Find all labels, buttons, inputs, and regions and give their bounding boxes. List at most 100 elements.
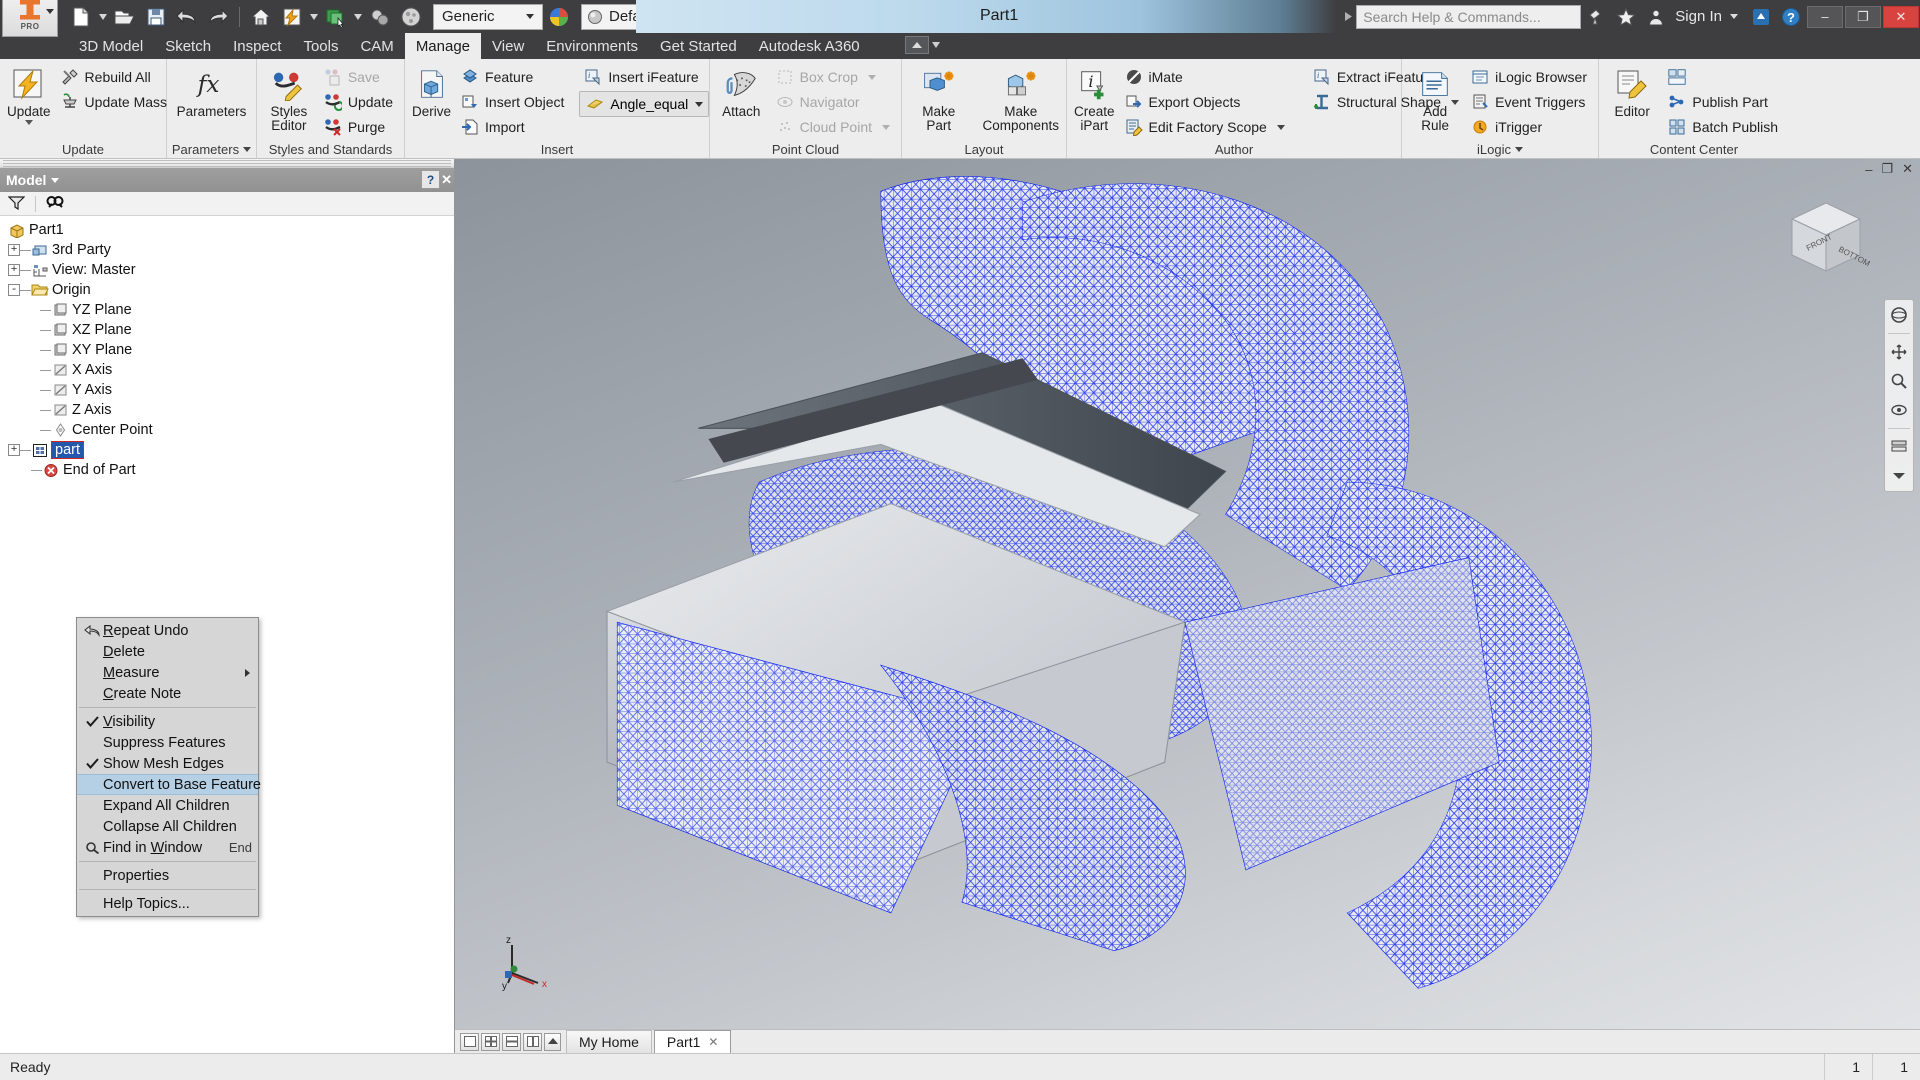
chevron-down-icon[interactable] <box>1730 14 1738 19</box>
update-icon[interactable] <box>277 3 307 31</box>
tab-manage[interactable]: Manage <box>404 33 482 59</box>
clear-appearance-icon[interactable] <box>731 3 761 31</box>
undo-icon[interactable] <box>172 3 202 31</box>
context-menu-item-collapse-all-children[interactable]: Collapse All Children <box>77 816 258 837</box>
zoom-icon[interactable] <box>1887 370 1911 392</box>
ilogic-browser-button[interactable]: iLogic Browser <box>1466 65 1594 89</box>
home-icon[interactable] <box>246 3 276 31</box>
tree-item-3rd-party[interactable]: + 3rd Party <box>0 240 454 260</box>
itrigger-button[interactable]: iTrigger <box>1466 115 1594 139</box>
make-part-button[interactable]: Make Part <box>906 63 971 137</box>
batch-publish-button[interactable]: Batch Publish <box>1663 115 1785 139</box>
maximize-button[interactable]: ❐ <box>1845 5 1881 28</box>
tree-item-y-axis[interactable]: Y Axis <box>0 380 454 400</box>
chevron-down-icon[interactable] <box>46 8 54 14</box>
styles-save-button[interactable]: Save <box>319 65 400 89</box>
ribbon-minimize-control[interactable] <box>905 36 940 54</box>
find-icon[interactable] <box>46 195 65 213</box>
redo-icon[interactable] <box>203 3 233 31</box>
new-file-chevron-icon[interactable] <box>97 3 109 31</box>
export-objects-button[interactable]: Export Objects <box>1120 90 1292 114</box>
close-button[interactable]: ✕ <box>1883 5 1919 28</box>
tree-item-z-axis[interactable]: Z Axis <box>0 400 454 420</box>
tree-item-xz-plane[interactable]: XZ Plane <box>0 320 454 340</box>
search-input[interactable]: Search Help & Commands... <box>1356 4 1582 29</box>
tree-item-xy-plane[interactable]: XY Plane <box>0 340 454 360</box>
tree-expander[interactable]: + <box>8 444 20 456</box>
user-account-icon[interactable] <box>1641 0 1671 33</box>
view-styles-icon[interactable] <box>1887 436 1911 458</box>
tree-expander[interactable]: + <box>8 244 20 256</box>
appearance-combo[interactable]: Default <box>581 3 699 30</box>
context-menu-item-suppress-features[interactable]: Suppress Features <box>77 732 258 753</box>
context-menu-item-convert-to-base-feature[interactable]: Convert to Base Feature <box>77 774 261 795</box>
ifeature-selector[interactable]: Angle_equal <box>579 91 710 117</box>
view-horizontal-split-icon[interactable] <box>502 1032 521 1051</box>
tab-view[interactable]: View <box>481 33 535 59</box>
imate-button[interactable]: iMate <box>1120 65 1292 89</box>
tab-get-started[interactable]: Get Started <box>649 33 748 59</box>
tree-item-x-axis[interactable]: X Axis <box>0 360 454 380</box>
context-menu-item-show-mesh-edges[interactable]: Show Mesh Edges <box>77 753 258 774</box>
styles-purge-button[interactable]: Purge <box>319 115 400 139</box>
view-single-icon[interactable] <box>460 1032 479 1051</box>
ribbon-collapse-icon[interactable] <box>905 36 929 54</box>
tab-cam[interactable]: CAM <box>349 33 404 59</box>
feature-button[interactable]: Feature <box>456 65 571 89</box>
styles-editor-button[interactable]: Styles Editor <box>261 63 317 137</box>
content-center-editor-button[interactable]: Editor <box>1603 63 1661 123</box>
color-wheel-icon[interactable] <box>544 3 574 31</box>
tree-expander[interactable]: - <box>8 284 20 296</box>
browser-close-button[interactable]: ✕ <box>441 172 452 188</box>
add-rule-button[interactable]: Add Rule <box>1406 63 1464 137</box>
orbit-icon[interactable] <box>1887 304 1911 326</box>
star-icon[interactable] <box>1611 0 1641 33</box>
tree-item-yz-plane[interactable]: YZ Plane <box>0 300 454 320</box>
select-chevron-icon[interactable] <box>352 3 364 31</box>
edit-factory-scope-button[interactable]: Edit Factory Scope <box>1120 115 1292 139</box>
tree-item-part1[interactable]: Part1 <box>0 220 454 240</box>
tab-sketch[interactable]: Sketch <box>154 33 222 59</box>
event-triggers-button[interactable]: Event Triggers <box>1466 90 1594 114</box>
tree-item-end-of-part[interactable]: End of Part <box>0 460 454 480</box>
parameters-button[interactable]: fx Parameters <box>176 63 248 123</box>
minimize-button[interactable]: – <box>1807 5 1843 28</box>
context-menu-item-delete[interactable]: Delete <box>77 641 258 662</box>
qat-overflow-chevron-icon[interactable] <box>824 3 836 31</box>
content-center-top-icon-button[interactable] <box>1663 65 1785 89</box>
search-chevron-icon[interactable] <box>1340 12 1356 21</box>
context-menu-item-create-note[interactable]: Create Note <box>77 683 258 704</box>
browser-header[interactable]: Model ? ✕ <box>0 168 454 192</box>
context-menu-item-properties[interactable]: Properties <box>77 865 258 886</box>
pan-icon[interactable] <box>1887 341 1911 363</box>
cloud-point-button[interactable]: Cloud Point <box>771 115 897 139</box>
select-icon[interactable] <box>321 3 351 31</box>
update-mass-button[interactable]: Update Mass <box>56 90 174 114</box>
derive-button[interactable]: Derive <box>409 63 454 123</box>
context-menu-item-find-in-window[interactable]: Find in Window End <box>77 837 258 858</box>
tab-inspect[interactable]: Inspect <box>222 33 292 59</box>
tree-item-view-master[interactable]: + View: Master <box>0 260 454 280</box>
document-tab-part1[interactable]: Part1 ✕ <box>653 1030 732 1053</box>
document-tab-my-home[interactable]: My Home <box>566 1030 652 1053</box>
close-icon[interactable]: ✕ <box>708 1035 718 1049</box>
view-vertical-split-icon[interactable] <box>523 1032 542 1051</box>
tree-item-origin[interactable]: - Origin <box>0 280 454 300</box>
filter-icon[interactable] <box>7 195 26 213</box>
context-menu-item-expand-all-children[interactable]: Expand All Children <box>77 795 258 816</box>
material-icon[interactable] <box>396 3 426 31</box>
tab-3d-model[interactable]: 3D Model <box>68 33 154 59</box>
exchange-apps-icon[interactable] <box>1746 0 1776 33</box>
save-icon[interactable] <box>141 3 171 31</box>
tree-expander[interactable]: + <box>8 264 20 276</box>
appearance-icon[interactable] <box>365 3 395 31</box>
navbar-options-icon[interactable] <box>1887 465 1911 487</box>
panel-title-parameters[interactable]: Parameters <box>167 140 256 158</box>
context-menu-item-help-topics[interactable]: Help Topics... <box>77 893 258 914</box>
tab-autodesk-a360[interactable]: Autodesk A360 <box>748 33 871 59</box>
box-crop-button[interactable]: Box Crop <box>771 65 897 89</box>
add-qat-icon[interactable] <box>793 3 823 31</box>
view-cube[interactable]: FRONT BOTTOM <box>1778 189 1874 285</box>
material-combo[interactable]: Generic <box>433 3 543 30</box>
insert-ifeature-button[interactable]: i Insert iFeature <box>579 65 709 89</box>
